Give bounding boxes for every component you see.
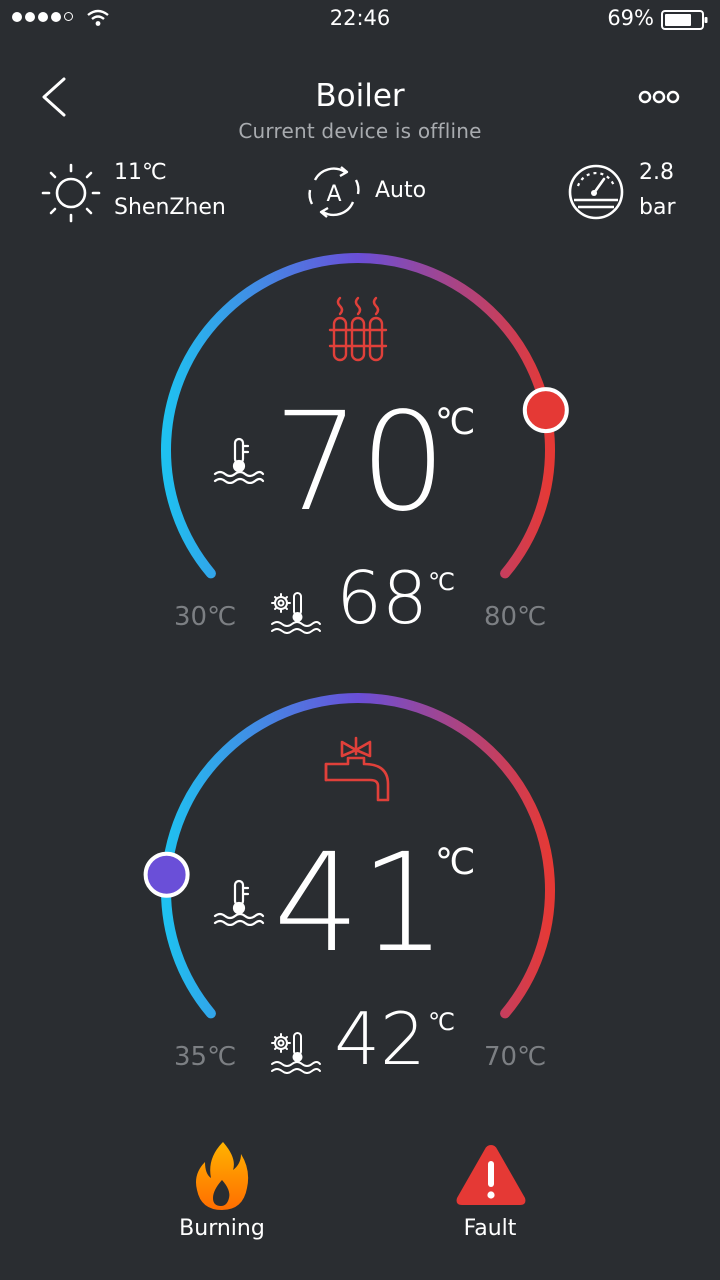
heating-max-label: 80℃ <box>484 602 547 632</box>
heating-min-label: 30℃ <box>174 602 237 632</box>
dial-layer <box>143 253 569 1019</box>
water-thermometer-icon <box>213 879 265 926</box>
boiler-screen: 22:46 69% Boiler Current device is offli… <box>0 0 720 1280</box>
hot-water-setpoint-unit: ℃ <box>435 842 476 883</box>
burning-status-label: Burning <box>179 1216 265 1241</box>
heating-setpoint-value: 70 <box>273 384 447 542</box>
hot-water-min-label: 35℃ <box>174 1042 237 1072</box>
actual-water-temperature-icon <box>271 592 321 634</box>
hot-water-max-label: 70℃ <box>484 1042 547 1072</box>
actual-water-temperature-icon <box>271 1032 321 1074</box>
water-thermometer-icon <box>213 437 265 484</box>
hot-water-setpoint-knob[interactable] <box>143 851 190 898</box>
hot-water-actual-unit: ℃ <box>428 1008 455 1036</box>
fault-status-label[interactable]: Fault <box>410 1216 570 1241</box>
flame-icon <box>196 1142 249 1210</box>
heating-setpoint-knob[interactable] <box>522 387 569 434</box>
hot-water-setpoint-value: 41 <box>273 825 447 983</box>
heating-setpoint-unit: ℃ <box>435 402 476 443</box>
heating-actual-unit: ℃ <box>428 568 455 596</box>
heating-actual-value: 68 <box>336 556 428 640</box>
faucet-icon <box>324 736 390 802</box>
hot-water-actual-value: 42 <box>334 997 426 1081</box>
warning-triangle-icon[interactable] <box>454 1142 528 1208</box>
radiator-icon <box>328 296 388 362</box>
